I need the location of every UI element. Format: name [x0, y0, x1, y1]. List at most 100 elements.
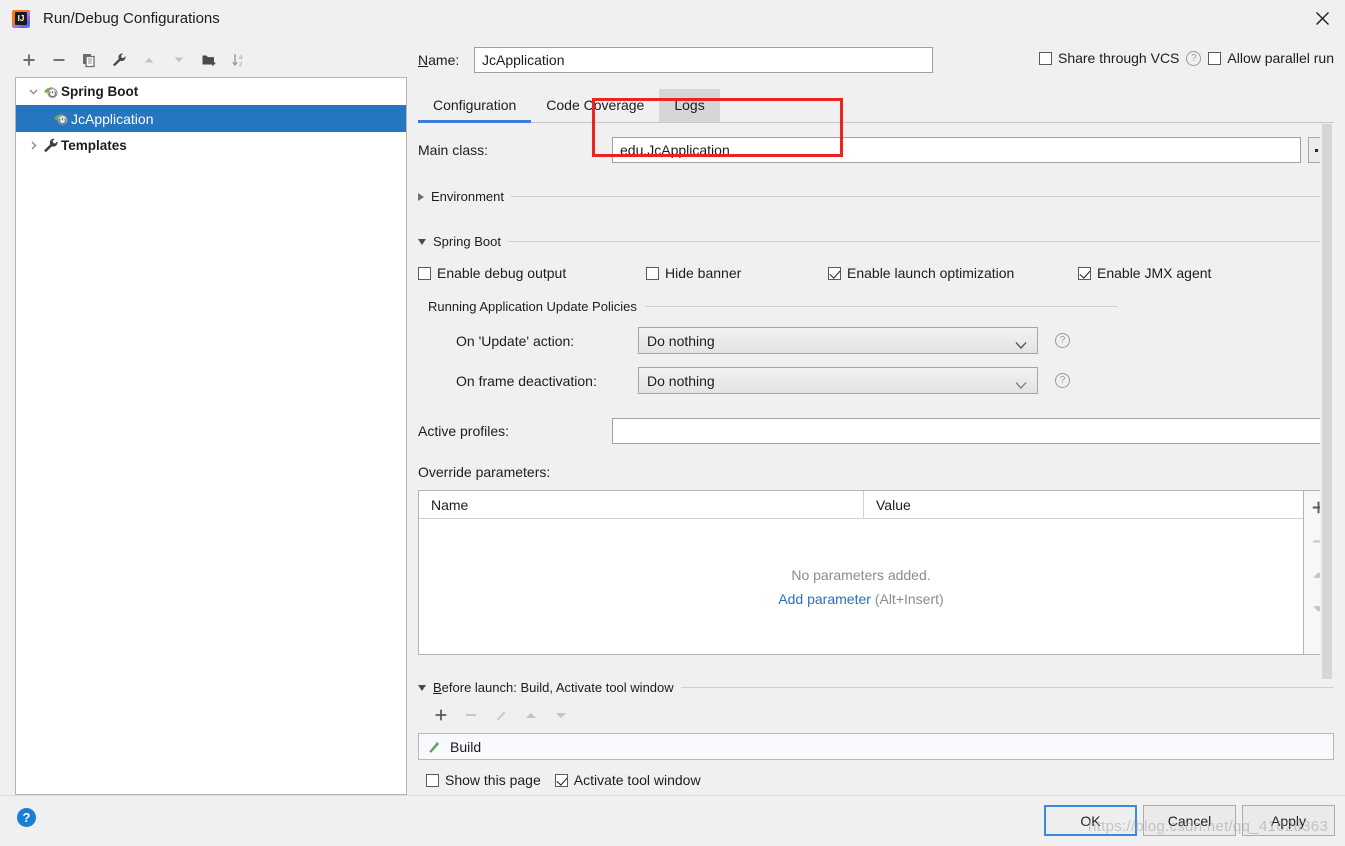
tab-logs[interactable]: Logs	[659, 89, 720, 122]
folder-add-icon[interactable]	[195, 46, 223, 74]
add-parameter-row: Add parameter (Alt+Insert)	[778, 591, 943, 607]
environment-section-title: Environment	[431, 189, 504, 204]
wrench-icon	[44, 138, 58, 153]
show-this-page-checkbox[interactable]: Show this page	[426, 772, 541, 788]
cancel-button[interactable]: Cancel	[1143, 805, 1236, 836]
tab-configuration[interactable]: Configuration	[418, 89, 532, 123]
tab-code-coverage[interactable]: Code Coverage	[531, 89, 659, 122]
checkbox-box[interactable]	[1208, 51, 1222, 65]
add-parameter-hint: (Alt+Insert)	[874, 590, 944, 607]
svg-text:a: a	[239, 54, 243, 61]
dialog-buttons: OK Cancel Apply	[1044, 805, 1335, 836]
chevron-right-icon[interactable]	[24, 137, 42, 155]
share-through-vcs-help-icon[interactable]: ?	[1186, 50, 1202, 66]
spring-boot-options-row: Enable debug output Hide banner Enable l…	[418, 265, 1334, 281]
on-frame-deactivation-help-icon[interactable]: ?	[1055, 373, 1070, 388]
move-task-up-button	[518, 703, 544, 727]
activate-tool-window-label: Activate tool window	[573, 772, 701, 788]
ellipsis-dot	[1314, 148, 1318, 152]
window-title: Run/Debug Configurations	[43, 10, 220, 27]
on-frame-deactivation-label: On frame deactivation:	[456, 372, 597, 389]
name-input[interactable]	[474, 47, 933, 73]
content-scrollbar[interactable]	[1320, 124, 1334, 684]
section-divider	[680, 687, 1334, 688]
environment-section-header[interactable]: Environment	[418, 189, 1334, 204]
on-update-action-row: On 'Update' action: Do nothing ?	[418, 327, 1334, 354]
main-class-row: Main class:	[418, 137, 1334, 163]
move-task-down-button	[548, 703, 574, 727]
before-launch-task-label: Build	[450, 738, 482, 755]
activate-tool-window-checkbox[interactable]: Activate tool window	[554, 772, 701, 788]
on-update-action-label: On 'Update' action:	[456, 332, 575, 349]
add-task-button[interactable]	[428, 703, 454, 727]
tree-node-label: JcApplication	[71, 110, 154, 127]
checkbox-box[interactable]	[554, 773, 568, 787]
enable-debug-output-checkbox[interactable]: Enable debug output	[418, 265, 646, 281]
sort-az-icon[interactable]: a z	[225, 46, 253, 74]
triangle-down-icon[interactable]	[418, 684, 426, 691]
apply-button[interactable]: Apply	[1242, 805, 1335, 836]
hide-banner-checkbox[interactable]: Hide banner	[646, 265, 828, 281]
tree-node-spring-boot[interactable]: Spring Boot	[16, 78, 406, 105]
allow-parallel-run-checkbox[interactable]: Allow parallel run	[1208, 50, 1334, 66]
main-class-label: Main class:	[418, 142, 489, 158]
tree-node-jcapplication[interactable]: JcApplication	[16, 105, 406, 132]
chevron-down-icon[interactable]	[24, 83, 42, 101]
table-empty-body: No parameters added. Add parameter (Alt+…	[419, 519, 1303, 654]
name-label: Name:	[418, 52, 460, 68]
configurations-tree[interactable]: Spring Boot JcApplication Templates	[15, 77, 407, 795]
tree-node-label: Spring Boot	[61, 84, 139, 99]
wrench-icon[interactable]	[105, 46, 133, 74]
scrollbar-thumb[interactable]	[1322, 124, 1332, 679]
checkbox-box[interactable]	[828, 266, 841, 280]
checkbox-box[interactable]	[646, 266, 659, 280]
add-parameter-link[interactable]: Add parameter	[778, 591, 871, 607]
pencil-icon	[488, 703, 514, 727]
share-through-vcs-checkbox[interactable]: Share through VCS	[1038, 50, 1179, 66]
empty-state-text: No parameters added.	[791, 566, 931, 583]
spring-boot-section-header[interactable]: Spring Boot	[418, 234, 1334, 249]
section-divider	[507, 241, 1334, 242]
help-question-icon[interactable]: ?	[17, 808, 36, 827]
ok-button[interactable]: OK	[1044, 805, 1137, 836]
configuration-tab-content: Main class: Environment Spring Boot Enab…	[418, 124, 1334, 684]
add-configuration-button[interactable]	[15, 46, 43, 74]
enable-launch-optimization-checkbox[interactable]: Enable launch optimization	[828, 265, 1078, 281]
before-launch-options: Show this page Activate tool window	[418, 772, 1334, 788]
allow-parallel-run-label: Allow parallel run	[1227, 50, 1334, 66]
remove-configuration-button[interactable]	[45, 46, 73, 74]
override-parameters-table[interactable]: Name Value No parameters added. Add para…	[418, 490, 1304, 655]
checkbox-box[interactable]	[1078, 266, 1091, 280]
before-launch-title: Before launch: Build, Activate tool wind…	[433, 680, 674, 695]
dialog-button-bar: ? OK Cancel Apply	[0, 795, 1345, 846]
tree-node-templates[interactable]: Templates	[16, 132, 406, 159]
on-frame-deactivation-row: On frame deactivation: Do nothing ?	[418, 367, 1334, 394]
on-update-action-help-icon[interactable]: ?	[1055, 333, 1070, 348]
before-launch-title-rest: efore launch: Build, Activate tool windo…	[441, 680, 674, 695]
arrow-down-icon	[165, 46, 193, 74]
before-launch-toolbar	[418, 703, 1334, 727]
active-profiles-input[interactable]	[612, 418, 1334, 444]
copy-icon[interactable]	[75, 46, 103, 74]
before-launch-header[interactable]: Before launch: Build, Activate tool wind…	[418, 680, 1334, 695]
table-header-row: Name Value	[419, 491, 1303, 519]
show-this-page-label: Show this page	[445, 772, 541, 788]
on-frame-deactivation-select[interactable]: Do nothing	[638, 367, 1038, 394]
enable-debug-output-label: Enable debug output	[437, 265, 567, 281]
checkbox-box[interactable]	[418, 266, 431, 280]
name-row-options: Share through VCS ? Allow parallel run	[1038, 50, 1334, 66]
tree-node-label: Templates	[61, 138, 127, 153]
checkbox-box[interactable]	[426, 773, 439, 787]
close-icon[interactable]	[1299, 0, 1345, 37]
editor-tabs: Configuration Code Coverage Logs	[418, 88, 1334, 123]
remove-task-button	[458, 703, 484, 727]
on-update-action-select[interactable]: Do nothing	[638, 327, 1038, 354]
configurations-toolbar: a z	[15, 44, 407, 76]
checkbox-box[interactable]	[1038, 51, 1052, 65]
triangle-right-icon[interactable]	[418, 192, 424, 201]
before-launch-task-list[interactable]: Build	[418, 733, 1334, 760]
enable-jmx-agent-checkbox[interactable]: Enable JMX agent	[1078, 265, 1211, 281]
triangle-down-icon[interactable]	[418, 238, 426, 245]
main-class-input[interactable]	[612, 137, 1301, 163]
on-frame-deactivation-value: Do nothing	[647, 372, 715, 389]
